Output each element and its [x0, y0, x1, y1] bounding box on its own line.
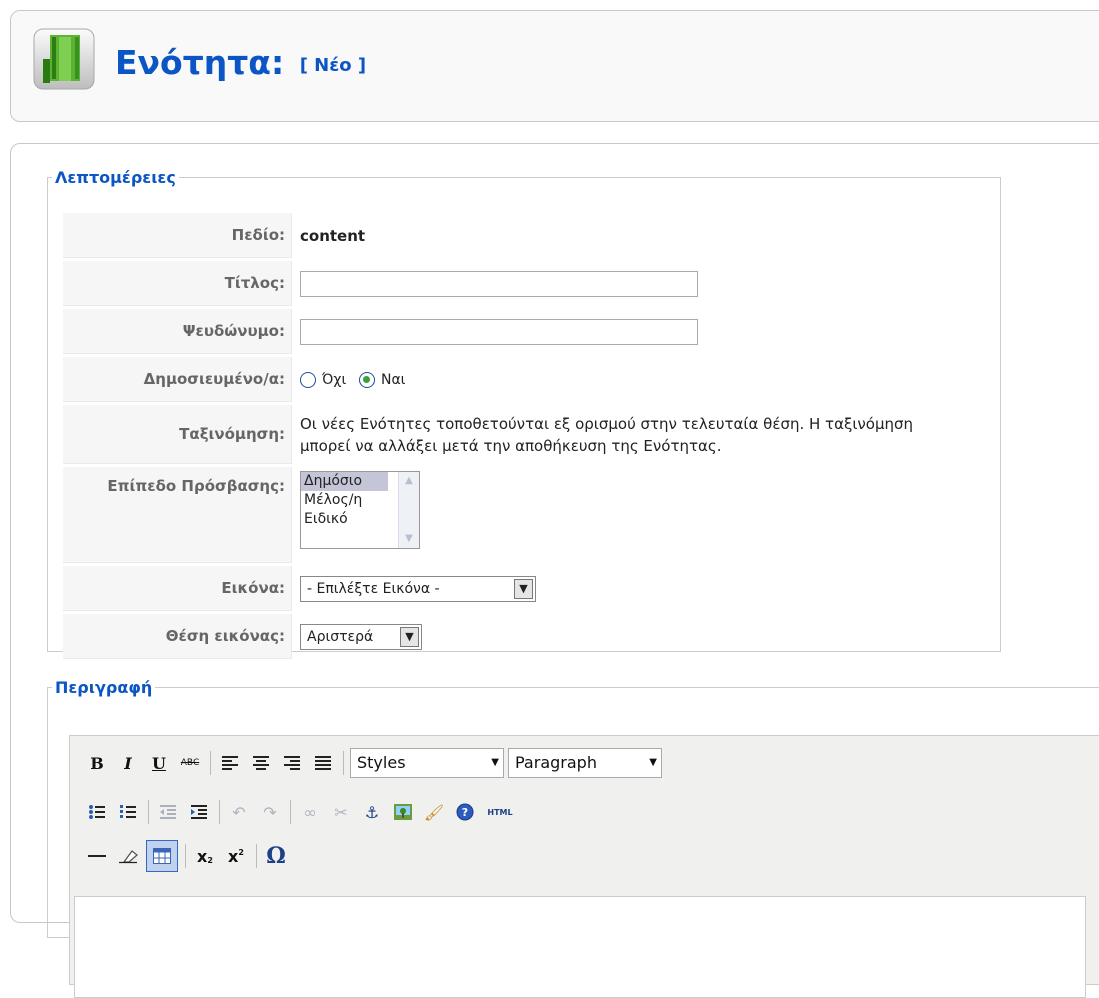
anchor-icon[interactable]: ⚓ [359, 799, 385, 825]
content-area: Λεπτομέρειες Πεδίο: content Τίτλος: Ψευδ… [10, 143, 1099, 998]
svg-text:?: ? [462, 806, 468, 819]
title-input[interactable] [300, 270, 698, 297]
section-icon [33, 28, 95, 90]
outdent-icon[interactable] [155, 799, 181, 825]
row-image-position: Θέση εικόνας: Αριστερά ▼ [63, 614, 941, 659]
field-value: content [300, 226, 366, 245]
row-ordering: Ταξινόμηση: Οι νέες Ενότητες τοποθετούντ… [63, 405, 941, 464]
access-scrollbar[interactable]: ▲ ▼ [398, 472, 419, 548]
special-char-icon[interactable]: Ω [263, 843, 289, 869]
toolbar-separator [256, 844, 257, 868]
subscript-icon[interactable]: x2 [192, 843, 218, 869]
published-no-radio[interactable] [300, 372, 316, 388]
image-position-select[interactable]: Αριστερά ▼ [300, 623, 422, 650]
published-no-label: Όχι [322, 372, 347, 388]
editor-content-area[interactable] [74, 896, 1086, 998]
access-label: Επίπεδο Πρόσβασης: [63, 467, 292, 563]
page-title-status: [ Νέο ] [299, 55, 367, 76]
alias-label: Ψευδώνυμο: [63, 309, 292, 354]
image-select-value: - Επιλέξτε Εικόνα - [307, 580, 440, 597]
page-title: Ενότητα: [ Νέο ] [115, 43, 366, 82]
image-select[interactable]: - Επιλέξτε Εικόνα - ▼ [300, 575, 536, 602]
toolbar-separator [148, 800, 149, 824]
description-fieldset: Περιγραφή B I U ABC Styles ▼ Paragraph ▼… [47, 678, 1099, 998]
table-icon[interactable] [146, 840, 178, 872]
align-justify-icon[interactable] [310, 750, 336, 776]
help-icon[interactable]: ? [452, 799, 478, 825]
styles-select[interactable]: Styles ▼ [350, 748, 504, 778]
toolbar-row-2: ↶ ↷ ∞ ✂ ⚓ 🖌 ? HTML [84, 795, 522, 829]
link-icon[interactable]: ∞ [297, 799, 323, 825]
toolbar-row-3: x2 x2 Ω [84, 839, 294, 873]
wysiwyg-editor: B I U ABC Styles ▼ Paragraph ▼ ↶ ↷ ∞ ✂ ⚓… [69, 735, 1099, 998]
details-table: Πεδίο: content Τίτλος: Ψευδώνυμο: Δημοσι… [63, 210, 941, 662]
access-option-public[interactable]: Δημόσιο [301, 472, 388, 491]
row-field: Πεδίο: content [63, 213, 941, 258]
superscript-icon[interactable]: x2 [223, 843, 249, 869]
toolbar-separator [185, 844, 186, 868]
horizontal-rule-icon[interactable] [84, 843, 110, 869]
ordering-note: Οι νέες Ενότητες τοποθετούνται εξ ορισμο… [300, 414, 914, 455]
remove-format-icon[interactable] [115, 843, 141, 869]
underline-icon[interactable]: U [146, 750, 172, 776]
styles-select-value: Styles [357, 753, 406, 772]
alias-input[interactable] [300, 318, 698, 345]
unlink-icon[interactable]: ✂ [328, 799, 354, 825]
published-label: Δημοσιευμένο/α: [63, 357, 292, 402]
row-published: Δημοσιευμένο/α: Όχι Ναι [63, 357, 941, 402]
image-icon[interactable] [390, 799, 416, 825]
image-label: Εικόνα: [63, 566, 292, 611]
italic-icon[interactable]: I [115, 750, 141, 776]
access-listbox[interactable]: Δημόσιο Μέλος/η Ειδικό ▲ ▼ [300, 471, 420, 549]
row-alias: Ψευδώνυμο: [63, 309, 941, 354]
align-center-icon[interactable] [248, 750, 274, 776]
page-header: Ενότητα: [ Νέο ] [10, 10, 1099, 122]
scroll-up-icon[interactable]: ▲ [399, 472, 419, 490]
chevron-down-icon[interactable]: ▼ [491, 749, 499, 777]
toolbar-separator [219, 800, 220, 824]
redo-icon[interactable]: ↷ [257, 799, 283, 825]
indent-icon[interactable] [186, 799, 212, 825]
details-legend: Λεπτομέρειες [55, 168, 176, 187]
field-label: Πεδίο: [63, 213, 292, 258]
published-yes-label: Ναι [380, 372, 406, 388]
toolbar-separator [210, 751, 211, 775]
align-right-icon[interactable] [279, 750, 305, 776]
format-select-value: Paragraph [515, 753, 597, 772]
bullet-list-icon[interactable] [84, 799, 110, 825]
chevron-down-icon[interactable]: ▼ [514, 578, 533, 599]
row-title: Τίτλος: [63, 261, 941, 306]
align-left-icon[interactable] [217, 750, 243, 776]
toolbar-separator [290, 800, 291, 824]
numbered-list-icon[interactable] [115, 799, 141, 825]
strikethrough-icon[interactable]: ABC [177, 750, 203, 776]
row-access: Επίπεδο Πρόσβασης: Δημόσιο Μέλος/η Ειδικ… [63, 467, 941, 563]
toolbar-row-1: B I U ABC Styles ▼ Paragraph ▼ [84, 746, 666, 780]
toolbar-separator [343, 751, 344, 775]
html-icon[interactable]: HTML [483, 799, 517, 825]
access-option-special[interactable]: Ειδικό [301, 510, 388, 529]
access-option-member[interactable]: Μέλος/η [301, 491, 388, 510]
scroll-down-icon[interactable]: ▼ [399, 530, 419, 548]
ordering-label: Ταξινόμηση: [63, 405, 292, 464]
published-yes-radio[interactable] [358, 372, 375, 388]
undo-icon[interactable]: ↶ [226, 799, 252, 825]
cleanup-icon[interactable]: 🖌 [421, 799, 447, 825]
chevron-down-icon[interactable]: ▼ [649, 749, 657, 777]
details-fieldset: Λεπτομέρειες Πεδίο: content Τίτλος: Ψευδ… [47, 168, 1001, 659]
format-select[interactable]: Paragraph ▼ [508, 748, 662, 778]
page-title-text: Ενότητα: [115, 43, 285, 82]
image-position-label: Θέση εικόνας: [63, 614, 292, 659]
image-position-value: Αριστερά [307, 628, 374, 645]
title-label: Τίτλος: [63, 261, 292, 306]
description-legend: Περιγραφή [55, 678, 153, 697]
bold-icon[interactable]: B [84, 750, 110, 776]
row-image: Εικόνα: - Επιλέξτε Εικόνα - ▼ [63, 566, 941, 611]
chevron-down-icon[interactable]: ▼ [400, 626, 419, 647]
